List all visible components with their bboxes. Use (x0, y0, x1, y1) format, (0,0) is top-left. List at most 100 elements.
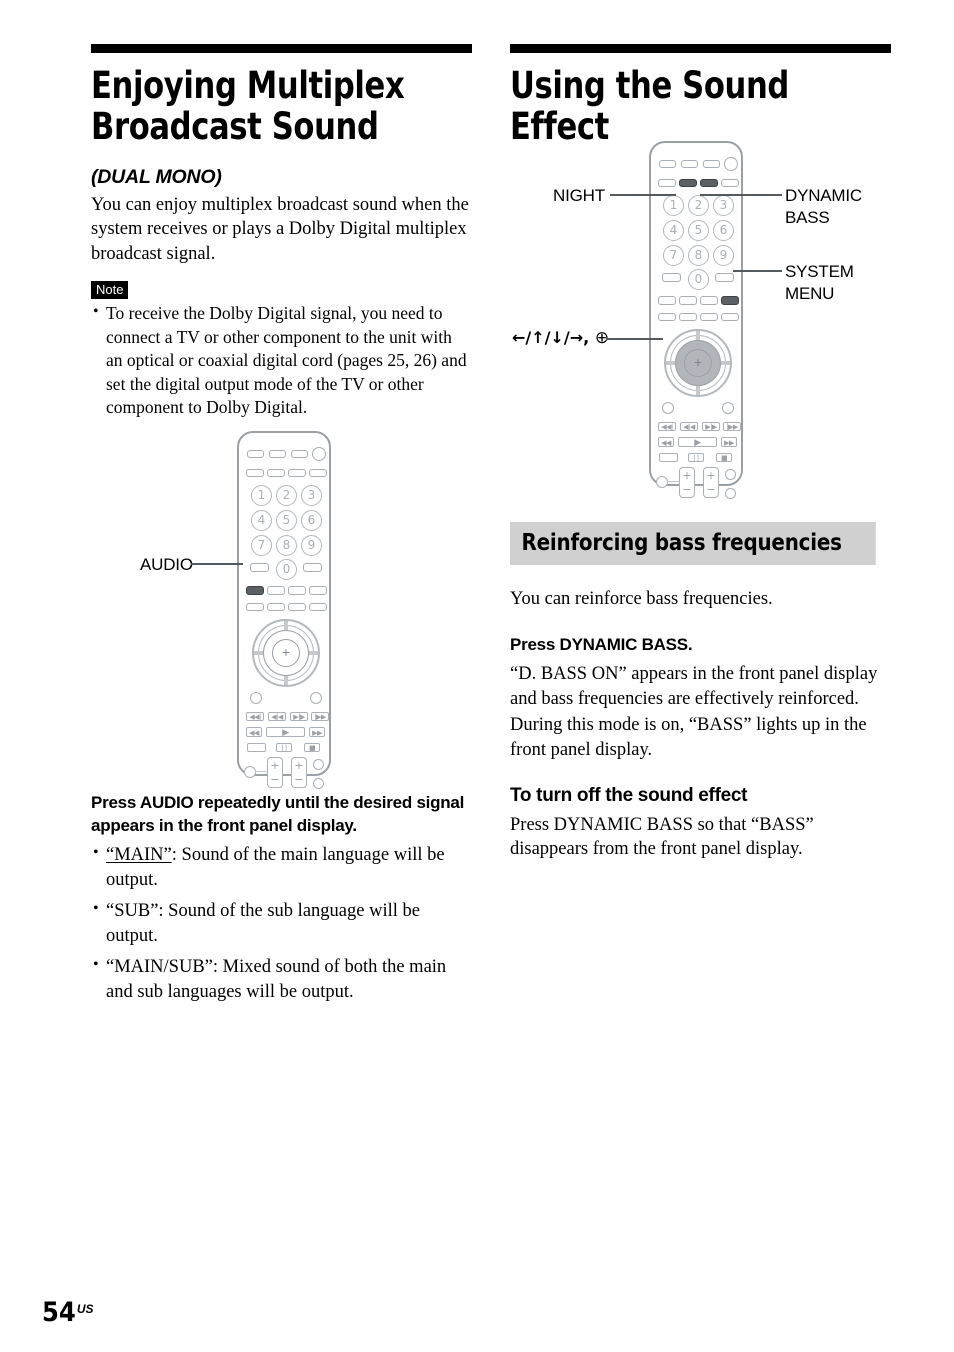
remote2-key-9: 9 (713, 245, 734, 266)
remote-channel-minus: − (294, 773, 304, 786)
remote-row2-button-3 (288, 469, 306, 477)
remote-key-6: 6 (301, 510, 322, 531)
remote-transport-step-fwd: ▶|▶ (290, 712, 308, 721)
remote-key-1: 1 (251, 485, 272, 506)
remote-channel-plus: + (294, 759, 304, 772)
remote-transport-rewind: ◀◀ (246, 727, 262, 737)
remote-side-circle-bottom (313, 778, 324, 789)
note-block: Note To receive the Dolby Digital signal… (91, 280, 472, 420)
remote-dpad-spoke-left (254, 651, 263, 655)
remote2-power-circle (724, 157, 738, 171)
heading-rule-right (510, 44, 891, 53)
remote2-side-circle-bottom (725, 488, 736, 499)
remote-key-3: 3 (301, 485, 322, 506)
callout-system-menu-line2: MENU (785, 284, 835, 304)
remote2-dpad-spoke-left (666, 361, 675, 365)
callout-direction-keys-leader (606, 338, 663, 340)
remote-row4-button-2 (267, 586, 285, 595)
turn-off-heading: To turn off the sound effect (510, 784, 748, 806)
remote-top-button-2 (269, 450, 286, 458)
remote2-row4-button-1 (658, 296, 676, 305)
remote-illustration-left: 1 2 3 4 5 6 7 8 9 0 + ◀◀| ◀|◀ ▶|▶ |▶▶ ◀◀… (237, 431, 331, 789)
page-title-right: Using the Sound Effect (510, 64, 789, 149)
remote-row2-button-4 (309, 469, 327, 477)
manual-page: Enjoying Multiplex Broadcast Sound (DUAL… (0, 0, 954, 1352)
remote-transport-next-skip: |▶▶ (311, 712, 329, 721)
remote-dpad-spoke-top (284, 621, 288, 630)
remote2-transport-prev-skip: ◀◀| (658, 422, 676, 431)
remote2-transport-rewind: ◀◀ (658, 437, 674, 447)
remote2-dynamic-bass-button (700, 179, 718, 187)
left-intro-paragraph: You can enjoy multiplex broadcast sound … (91, 194, 469, 265)
remote2-volume-plus: + (682, 469, 692, 482)
remote2-row2-button-1 (658, 179, 676, 187)
remote2-dpad-spoke-top (696, 331, 700, 340)
remote2-row4-button-3 (700, 296, 718, 305)
left-step-instruction: Press AUDIO repeatedly until the desired… (91, 793, 465, 835)
callout-system-menu: SYSTEM MENU (785, 261, 854, 305)
remote2-channel-rocker: + − (703, 467, 719, 498)
remote2-option-circle-left (662, 402, 674, 414)
remote-row5-button-1 (246, 603, 264, 611)
remote2-system-menu-button (721, 296, 739, 305)
remote-row4-button-4 (309, 586, 327, 595)
remote-option-circle-right (310, 692, 322, 704)
remote-row4-button-3 (288, 586, 306, 595)
option-term-main-sub: “MAIN/SUB” (106, 957, 213, 978)
remote2-dpad-spoke-bottom (696, 386, 700, 395)
remote-transport-pause: | | (276, 743, 292, 752)
remote2-transport-forward: ▶▶ (721, 437, 737, 447)
result-paragraph-2: During this mode is on, “BASS” lights up… (510, 715, 867, 760)
remote-channel-rocker: + − (291, 757, 307, 788)
remote2-key-5: 5 (688, 220, 709, 241)
callout-system-menu-leader (733, 270, 782, 272)
remote-side-circle-top (313, 759, 324, 770)
callout-audio-leader (191, 563, 243, 565)
remote2-top-button-3 (703, 160, 720, 168)
note-list-item: To receive the Dolby Digital signal, you… (91, 301, 472, 419)
callout-night: NIGHT (553, 186, 605, 205)
remote-transport-blank (247, 743, 266, 752)
remote-volume-minus: − (270, 773, 280, 786)
remote-dpad-spoke-bottom (284, 676, 288, 685)
remote-top-button-1 (247, 450, 264, 458)
remote2-keypad-left-button (662, 273, 681, 282)
right-step-instruction: Press DYNAMIC BASS. (510, 634, 693, 654)
remote2-top-button-2 (681, 160, 698, 168)
callout-dynamic-bass-line2: BASS (785, 208, 830, 228)
page-number: 54 (42, 1297, 76, 1328)
callout-audio: AUDIO (140, 555, 193, 574)
remote2-channel-minus: − (706, 483, 716, 496)
callout-direction-keys: ←/↑/↓/→, ⊕ (512, 328, 609, 348)
callout-dynamic-bass: DYNAMIC BASS (785, 185, 862, 229)
remote-row5-button-4 (309, 603, 327, 611)
remote-transport-forward: ▶▶ (309, 727, 325, 737)
callout-system-menu-line1: SYSTEM (785, 262, 854, 281)
remote2-transport-pause: | | (688, 453, 704, 462)
remote2-dpad-enter: + (684, 349, 712, 377)
section-banner: Reinforcing bass frequencies (510, 522, 876, 565)
remote-keypad-left-button (250, 563, 269, 572)
remote-key-5: 5 (276, 510, 297, 531)
remote2-keypad-right-button (715, 273, 734, 282)
list-item-main: “MAIN”: Sound of the main language will … (91, 842, 472, 893)
option-term-main: “MAIN” (106, 845, 172, 866)
remote-top-button-3 (291, 450, 308, 458)
remote2-option-circle-right (722, 402, 734, 414)
remote2-transport-play: ▶ (678, 437, 717, 448)
remote2-channel-plus: + (706, 469, 716, 482)
remote-transport-prev-skip: ◀◀| (246, 712, 264, 721)
right-column-lower: Reinforcing bass frequencies You can rei… (510, 522, 891, 864)
remote2-key-3: 3 (713, 195, 734, 216)
remote-dpad-spoke-right (309, 651, 318, 655)
remote-transport-play: ▶ (266, 727, 305, 738)
remote2-dpad-spoke-right (721, 361, 730, 365)
callout-night-leader (610, 194, 676, 196)
remote-key-9: 9 (301, 535, 322, 556)
remote2-row2-button-4 (721, 179, 739, 187)
remote2-transport-step-fwd: ▶|▶ (702, 422, 720, 431)
remote2-key-7: 7 (663, 245, 684, 266)
remote-volume-rocker: + − (267, 757, 283, 788)
remote2-row5-button-1 (658, 313, 676, 321)
remote2-key-2: 2 (688, 195, 709, 216)
